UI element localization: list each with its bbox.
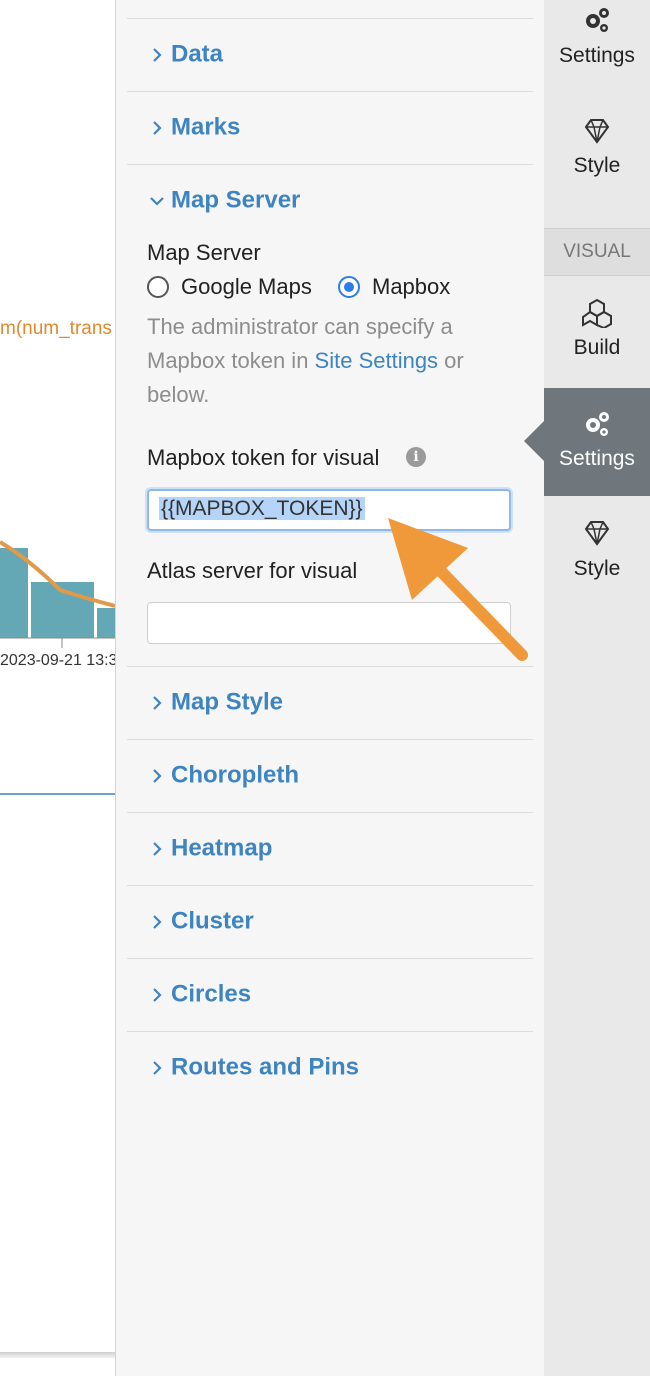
section-title: Map Style: [171, 688, 284, 716]
section-title: Choropleth: [171, 761, 299, 789]
help-text: The administrator can specify a Mapbox t…: [147, 310, 507, 412]
chevron-right-icon: [153, 121, 162, 135]
section-title: Routes and Pins: [171, 1053, 360, 1081]
chevron-right-icon: [153, 1061, 162, 1075]
section-title: Data: [171, 40, 224, 68]
sidebar-item-label: Settings: [559, 44, 635, 67]
section-circles[interactable]: Circles: [127, 959, 533, 1032]
section-title: Heatmap: [171, 834, 273, 862]
section-title: Map Server: [171, 186, 301, 214]
sidebar-item-label: Settings: [559, 447, 635, 470]
chevron-right-icon: [153, 48, 162, 62]
section-heatmap[interactable]: Heatmap: [127, 813, 533, 886]
section-title: Circles: [171, 980, 252, 1008]
mapbox-token-label: Mapbox token for visual: [147, 445, 380, 470]
chevron-right-icon: [153, 915, 162, 929]
radio-mapbox[interactable]: [338, 276, 360, 298]
sidebar-item-build[interactable]: Build: [544, 280, 650, 388]
gears-icon: [586, 8, 609, 32]
active-tab-pointer: [524, 421, 544, 461]
gears-icon: [586, 412, 609, 436]
right-sidebar: Settings Style VISUAL Build Settings Sty…: [544, 0, 650, 1376]
chevron-right-icon: [153, 696, 162, 710]
section-choropleth[interactable]: Choropleth: [127, 740, 533, 813]
chart-bar: [0, 548, 28, 638]
chart-canvas: [0, 540, 115, 795]
token-value: {{MAPBOX_TOKEN}}: [159, 497, 365, 520]
cubes-icon: [582, 298, 612, 328]
radio-mapbox-label[interactable]: Mapbox: [372, 274, 450, 300]
section-map-server[interactable]: Map Server: [127, 165, 533, 237]
x-tick-label: 2023-09-21 13:3: [0, 652, 115, 669]
section-title: Cluster: [171, 907, 254, 935]
chart-area: m(num_trans 2023-09-21 13:3: [0, 0, 115, 1355]
info-icon[interactable]: i: [406, 447, 426, 467]
diamond-icon: [584, 119, 610, 144]
sidebar-item-style[interactable]: Style: [544, 496, 650, 604]
sidebar-item-settings[interactable]: Settings: [544, 388, 650, 496]
radio-google-maps[interactable]: [147, 276, 169, 298]
chevron-right-icon: [153, 769, 162, 783]
chart-bar: [97, 608, 115, 638]
sidebar-item-label: Style: [573, 557, 621, 580]
settings-panel: Data Marks Map Server Map Server Google …: [115, 0, 545, 1376]
section-cluster[interactable]: Cluster: [127, 886, 533, 959]
sidebar-item-label: Style: [573, 154, 621, 177]
chevron-down-icon: [150, 197, 164, 206]
site-settings-link[interactable]: Site Settings: [315, 348, 439, 373]
series-label: m(num_trans: [0, 318, 112, 339]
section-divider: [127, 0, 533, 19]
section-data[interactable]: Data: [127, 19, 533, 92]
sidebar-item-label: Build: [573, 336, 621, 359]
map-server-label: Map Server: [147, 240, 261, 265]
section-marks[interactable]: Marks: [127, 92, 533, 165]
atlas-server-label: Atlas server for visual: [147, 558, 358, 583]
diamond-icon: [584, 521, 610, 546]
section-map-style[interactable]: Map Style: [127, 667, 533, 740]
section-routes-and-pins[interactable]: Routes and Pins: [127, 1032, 533, 1104]
chart-bottom-shadow: [0, 1352, 118, 1358]
sidebar-item-style-top[interactable]: Style: [544, 108, 650, 218]
chevron-right-icon: [153, 842, 162, 856]
atlas-server-input[interactable]: [147, 602, 511, 644]
sidebar-item-settings-top[interactable]: Settings: [544, 0, 650, 108]
radio-google-maps-label[interactable]: Google Maps: [181, 274, 312, 300]
mapbox-token-input[interactable]: {{MAPBOX_TOKEN}}: [147, 489, 511, 531]
chevron-right-icon: [153, 988, 162, 1002]
visual-caption: VISUAL: [544, 228, 650, 276]
section-title: Marks: [171, 113, 241, 141]
